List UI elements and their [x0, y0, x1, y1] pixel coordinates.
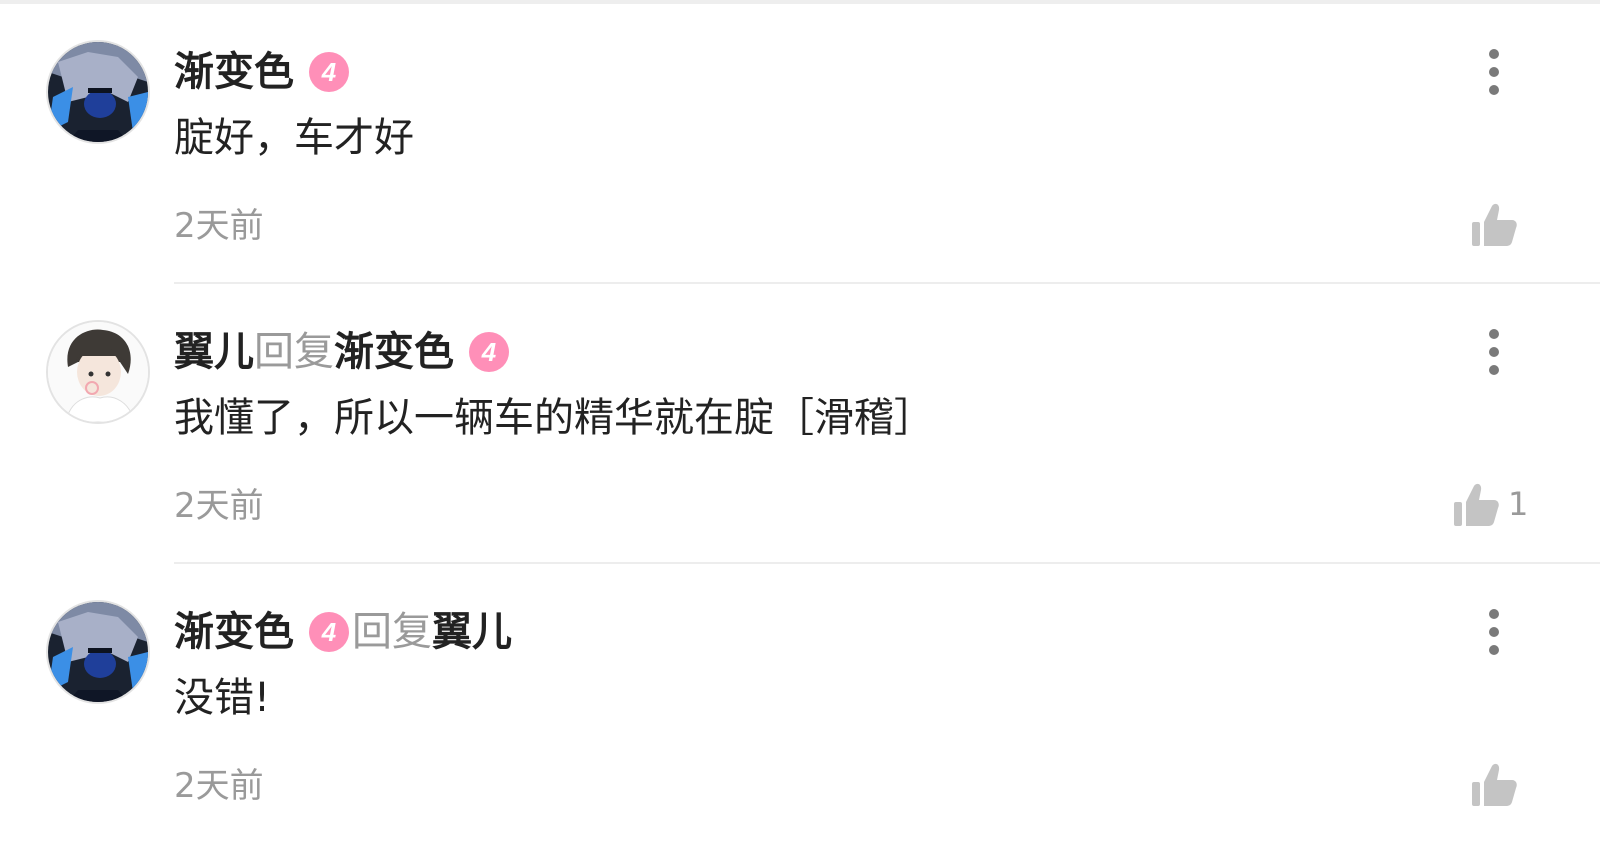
avatar[interactable]: [46, 320, 150, 424]
more-vertical-icon: [1489, 49, 1499, 95]
like-count: 1: [1508, 485, 1529, 523]
like-button[interactable]: [1470, 756, 1518, 812]
level-value: 4: [321, 57, 337, 87]
level-badge-icon: 4: [309, 52, 349, 92]
timestamp: 2天前: [174, 206, 264, 246]
level-value: 4: [481, 337, 497, 367]
more-options-button[interactable]: [1474, 604, 1514, 660]
username[interactable]: 渐变色: [174, 604, 294, 660]
more-vertical-icon: [1489, 329, 1499, 375]
more-vertical-icon: [1489, 609, 1499, 655]
like-button[interactable]: [1470, 196, 1518, 252]
comment-item: 翼儿 回复 渐变色 4 我懂了，所以一辆车的精华就在腚［滑稽］ 2天前 1: [0, 284, 1600, 564]
more-options-button[interactable]: [1474, 44, 1514, 100]
reply-to-username[interactable]: 翼儿: [432, 604, 512, 660]
comment-header: 翼儿 回复 渐变色 4: [174, 324, 510, 380]
avatar[interactable]: [46, 600, 150, 704]
thumbs-up-icon: [1472, 763, 1517, 806]
timestamp: 2天前: [174, 486, 264, 526]
thumbs-up-icon: [1472, 203, 1517, 246]
comment-text: 腚好，车才好: [174, 115, 414, 161]
comment-header: 渐变色 4 回复 翼儿: [174, 604, 512, 660]
username[interactable]: 渐变色: [174, 44, 294, 100]
reply-label: 回复: [254, 329, 334, 375]
thumbs-up-icon: [1454, 483, 1499, 526]
comment-item: 渐变色 4 回复 翼儿 没错! 2天前: [0, 564, 1600, 844]
level-badge-icon: 4: [309, 612, 349, 652]
like-button[interactable]: 1: [1452, 476, 1528, 532]
more-options-button[interactable]: [1474, 324, 1514, 380]
comment-text: 没错!: [174, 675, 271, 721]
comment-item: 渐变色 4 腚好，车才好 2天前: [0, 4, 1600, 284]
avatar[interactable]: [46, 40, 150, 144]
comment-text: 我懂了，所以一辆车的精华就在腚［滑稽］: [174, 395, 934, 441]
comment-header: 渐变色 4: [174, 44, 350, 100]
username[interactable]: 翼儿: [174, 324, 254, 380]
timestamp: 2天前: [174, 766, 264, 806]
reply-label: 回复: [352, 609, 432, 655]
reply-to-username[interactable]: 渐变色: [334, 324, 454, 380]
level-value: 4: [321, 617, 337, 647]
level-badge-icon: 4: [469, 332, 509, 372]
